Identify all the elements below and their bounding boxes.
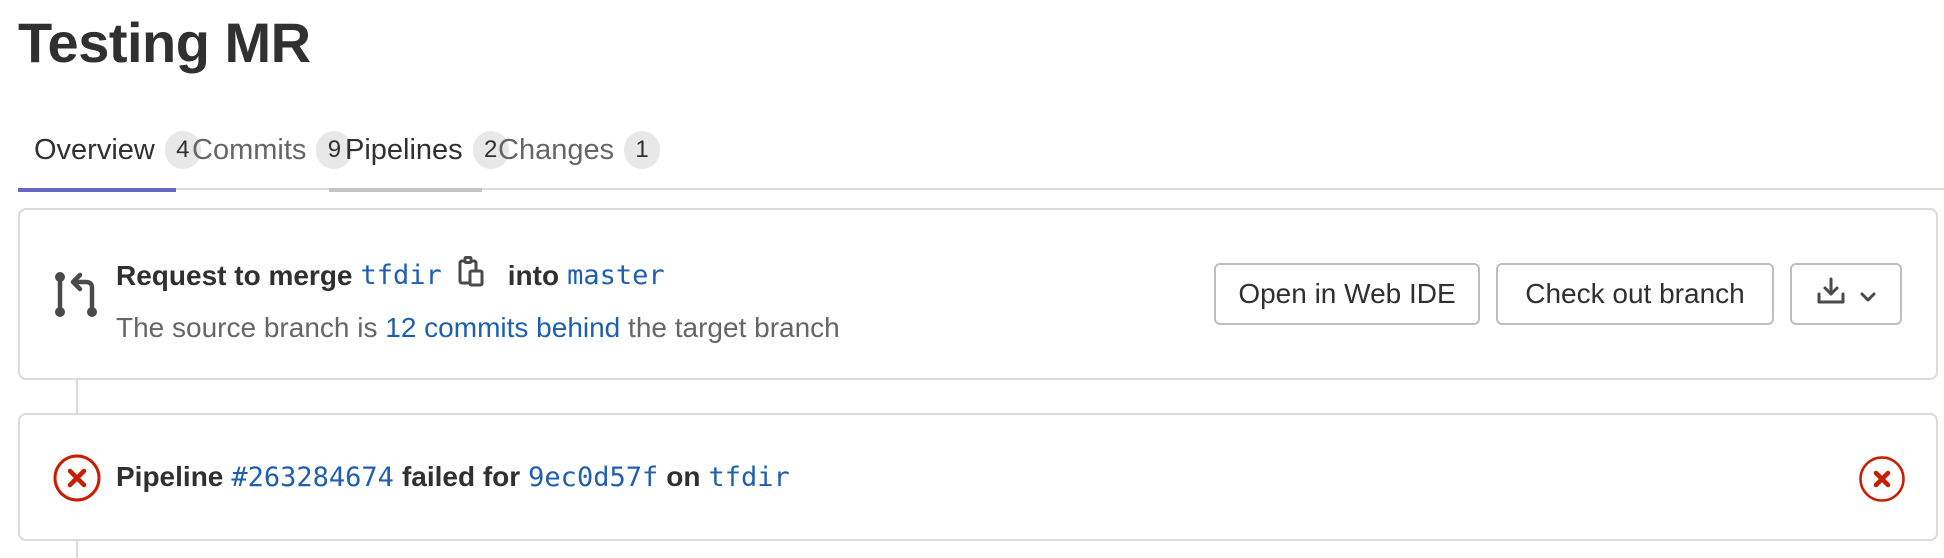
merge-request-widget: Request to merge tfdir into master The s… — [18, 208, 1938, 380]
pipeline-id-link[interactable]: #263284674 — [231, 462, 394, 493]
tab-changes[interactable]: Changes 1 — [482, 110, 661, 190]
pipeline-status-text: Pipeline #263284674 failed for 9ec0d57f … — [116, 461, 798, 493]
request-to-merge-label: Request to merge — [116, 259, 353, 291]
open-in-web-ide-button[interactable]: Open in Web IDE — [1214, 263, 1480, 325]
branch-status-suffix: the target branch — [628, 312, 840, 343]
tab-pipelines[interactable]: Pipelines 2 — [329, 110, 509, 192]
tab-changes-count: 1 — [624, 131, 661, 169]
on-label: on — [666, 461, 701, 492]
timeline-connector — [76, 541, 78, 558]
tab-pipelines-label: Pipelines — [345, 133, 463, 166]
status-failed-icon[interactable] — [52, 453, 102, 508]
tab-changes-label: Changes — [498, 133, 615, 166]
tab-overview[interactable]: Overview 4 — [18, 110, 201, 192]
active-tab-indicator — [18, 188, 176, 192]
commits-behind-link[interactable]: 12 commits behind — [385, 312, 620, 343]
merge-request-summary: Request to merge tfdir into master — [116, 256, 665, 295]
pipeline-widget: Pipeline #263284674 failed for 9ec0d57f … — [18, 413, 1938, 541]
pipeline-branch-link[interactable]: tfdir — [708, 462, 789, 493]
commit-sha-link[interactable]: 9ec0d57f — [528, 462, 658, 493]
source-branch-link[interactable]: tfdir — [361, 260, 442, 291]
target-branch-link[interactable]: master — [567, 260, 665, 291]
copy-branch-icon[interactable] — [458, 256, 486, 295]
failed-stage-icon[interactable] — [1858, 455, 1906, 503]
hover-tab-indicator — [329, 188, 482, 192]
download-icon — [1816, 276, 1846, 313]
chevron-down-icon — [1860, 278, 1876, 310]
failed-for-label: failed for — [401, 461, 521, 492]
tab-commits[interactable]: Commits 9 — [176, 110, 353, 190]
page-title: Testing MR — [18, 11, 311, 74]
into-label: into — [507, 259, 560, 291]
pipeline-label: Pipeline — [116, 461, 224, 492]
download-dropdown-button[interactable] — [1790, 263, 1902, 325]
timeline-connector — [76, 380, 78, 413]
branch-status-text: The source branch is 12 commits behind t… — [116, 312, 840, 344]
tab-commits-label: Commits — [192, 133, 307, 166]
tab-overview-label: Overview — [34, 133, 155, 166]
check-out-branch-button[interactable]: Check out branch — [1496, 263, 1774, 325]
merge-request-tabs: Overview 4 Commits 9 Pipelines 2 Changes… — [18, 110, 1944, 192]
merge-request-icon — [54, 270, 100, 325]
branch-status-prefix: The source branch is — [116, 312, 378, 343]
